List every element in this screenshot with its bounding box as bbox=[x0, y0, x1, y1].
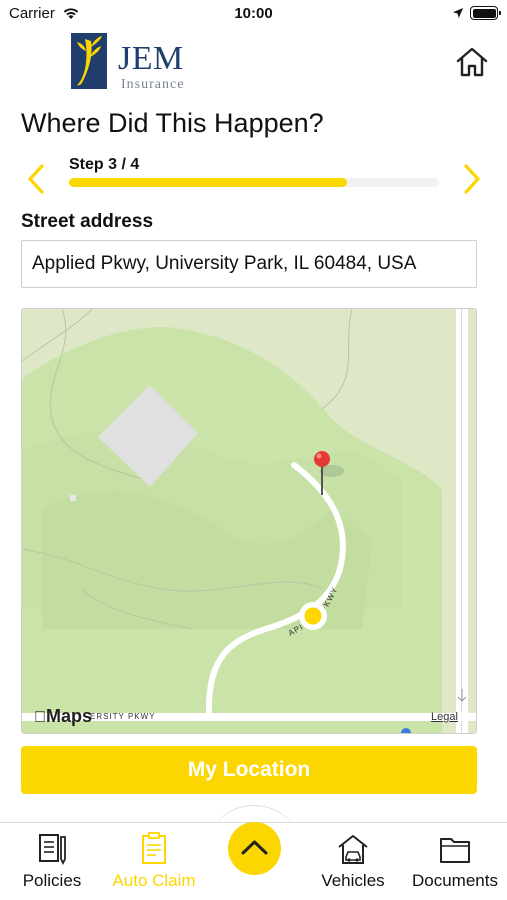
map-pin-icon bbox=[314, 451, 330, 467]
tab-label: Auto Claim bbox=[112, 871, 196, 890]
step-progress-bar bbox=[69, 178, 439, 187]
step-progress-fill bbox=[69, 178, 347, 187]
jem-logo-icon bbox=[71, 33, 107, 89]
logo-name: JEM bbox=[118, 40, 184, 77]
apple-maps-logo: Maps bbox=[34, 706, 92, 726]
chevron-up-icon bbox=[241, 840, 268, 855]
road-label-university: ERSITY PKWY bbox=[90, 712, 156, 721]
map-canvas[interactable]: API PKWY ERSITY PKWY bbox=[22, 309, 477, 734]
page-title: Where Did This Happen? bbox=[21, 108, 324, 138]
home-button[interactable] bbox=[454, 45, 490, 79]
status-time: 10:00 bbox=[234, 5, 273, 22]
vehicles-icon bbox=[338, 835, 368, 864]
map-legal-link[interactable]: Legal bbox=[431, 711, 458, 723]
previous-step-button[interactable] bbox=[24, 162, 48, 196]
policies-icon bbox=[39, 834, 66, 866]
tab-label: Vehicles bbox=[321, 871, 385, 890]
street-address-label: Street address bbox=[21, 211, 154, 232]
chevron-left-icon bbox=[28, 164, 44, 194]
tab-vehicles[interactable]: Vehicles bbox=[303, 831, 403, 897]
next-step-button[interactable] bbox=[460, 162, 484, 196]
tab-auto-claim[interactable]: Auto Claim bbox=[104, 831, 204, 897]
logo-subtitle: Insurance bbox=[121, 77, 185, 92]
map-view[interactable]: API PKWY ERSITY PKWY Maps Legal bbox=[21, 308, 477, 734]
tab-policies[interactable]: Policies bbox=[2, 831, 102, 897]
expand-menu-button[interactable] bbox=[228, 822, 281, 875]
tab-label: Policies bbox=[22, 871, 82, 890]
auto-claim-icon bbox=[142, 832, 166, 864]
step-indicator: Step 3 / 4 bbox=[69, 156, 140, 173]
status-bar: Carrier 10:00 bbox=[0, 0, 507, 28]
my-location-button[interactable]: My Location bbox=[21, 746, 477, 794]
street-address-input[interactable] bbox=[21, 240, 477, 288]
location-arrow-icon bbox=[453, 8, 463, 18]
documents-icon bbox=[440, 838, 470, 863]
tab-label: Documents bbox=[412, 871, 498, 890]
home-icon bbox=[456, 47, 488, 77]
tab-documents[interactable]: Documents bbox=[405, 831, 505, 897]
chevron-right-icon bbox=[464, 164, 480, 194]
battery-icon bbox=[470, 6, 501, 20]
